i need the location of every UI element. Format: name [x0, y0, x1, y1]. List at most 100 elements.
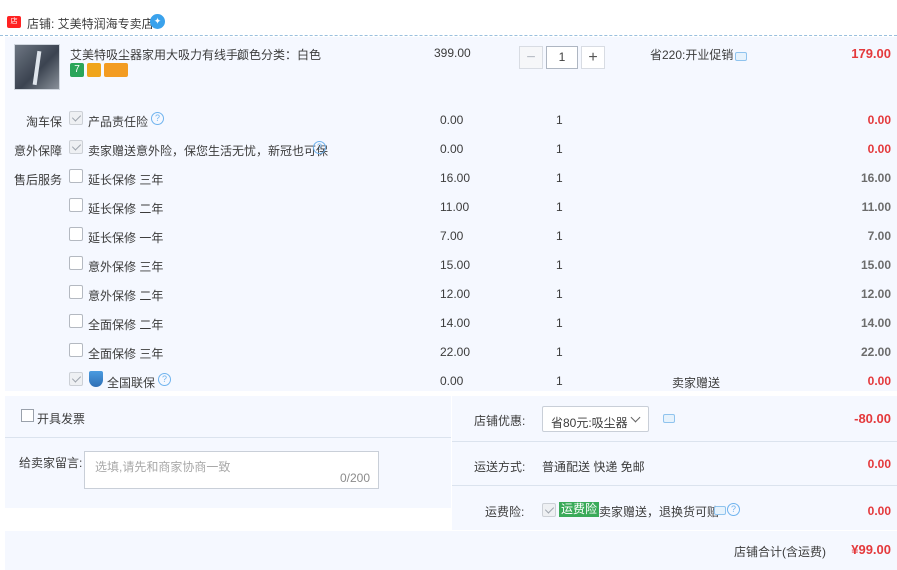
service-qty: 1 [556, 258, 563, 272]
service-price: 0.00 [440, 113, 464, 127]
card-payment-icon [104, 63, 128, 77]
help-icon[interactable]: ? [151, 112, 164, 125]
service-price: 11.00 [440, 200, 470, 214]
service-row: 全面保修 三年 22.00 1 22.00 [0, 338, 897, 367]
shop-total-value: ¥99.00 [851, 542, 891, 557]
service-qty: 1 [556, 142, 563, 156]
insurance-chat-icon[interactable] [714, 506, 726, 515]
service-name: 延长保修 三年 [88, 173, 164, 187]
service-name: 产品责任险 [88, 115, 149, 129]
service-category: 淘车保 [25, 115, 62, 129]
service-qty: 1 [556, 200, 563, 214]
service-checkbox[interactable] [69, 314, 83, 328]
service-qty: 1 [556, 374, 563, 388]
service-price: 22.00 [440, 345, 471, 359]
service-price: 12.00 [440, 287, 471, 301]
service-category: 售后服务 [13, 173, 62, 187]
warranty-shield-icon [89, 371, 103, 387]
service-qty: 1 [556, 229, 563, 243]
insurance-checkbox[interactable] [542, 503, 556, 517]
service-price: 14.00 [440, 316, 471, 330]
service-row: 延长保修 二年 11.00 1 11.00 [0, 193, 897, 222]
service-row: 全国联保 ? 0.00 1 卖家赠送 0.00 [0, 367, 897, 396]
service-checkbox[interactable] [69, 285, 83, 299]
service-name: 全面保修 二年 [88, 318, 164, 332]
service-name: 全面保修 三年 [88, 347, 164, 361]
product-unit-price: 399.00 [434, 46, 471, 60]
promotion-text: 省220:开业促销 [650, 48, 734, 62]
service-total: 14.00 [860, 316, 891, 330]
service-checkbox[interactable] [69, 111, 83, 125]
product-attribute: 颜色分类：白色 [237, 48, 322, 62]
service-price: 7.00 [440, 229, 464, 243]
service-row: 意外保修 二年 12.00 1 12.00 [0, 280, 897, 309]
service-price: 16.00 [440, 171, 471, 185]
service-price: 0.00 [440, 142, 464, 156]
service-qty: 1 [556, 345, 563, 359]
service-checkbox[interactable] [69, 169, 83, 183]
service-name: 延长保修 一年 [88, 231, 164, 245]
insurance-tag: 运费险 [559, 502, 600, 517]
wangwang-chat-icon[interactable]: ✦ [150, 14, 165, 29]
quantity-decrease-button[interactable]: − [519, 46, 543, 69]
discount-info-icon[interactable] [663, 414, 675, 423]
service-name: 全国联保 [107, 376, 156, 390]
shop-discount-label: 店铺优惠: [474, 414, 526, 428]
divider [5, 437, 451, 438]
service-row: 延长保修 一年 7.00 1 7.00 [0, 222, 897, 251]
service-checkbox[interactable] [69, 140, 83, 154]
message-label: 给卖家留言: [19, 456, 83, 470]
help-icon[interactable]: ? [727, 503, 740, 516]
service-total: 0.00 [867, 142, 891, 156]
insurance-label: 运费险: [485, 505, 525, 519]
service-total: 0.00 [867, 113, 891, 127]
shop-discount-selected: 省80元:吸尘器 [551, 416, 628, 430]
service-name: 延长保修 二年 [88, 202, 164, 216]
shop-total-label: 店铺合计(含运费) [734, 545, 826, 559]
service-qty: 1 [556, 316, 563, 330]
seven-day-return-icon: 7 [70, 63, 84, 77]
seller-message-input[interactable]: 选填,请先和商家协商一致 0/200 [84, 451, 379, 489]
shipping-label: 运送方式: [474, 460, 526, 474]
divider [452, 485, 897, 486]
shop-discount-select[interactable]: 省80元:吸尘器 [542, 406, 649, 432]
service-category: 意外保障 [13, 144, 62, 158]
service-total: 15.00 [860, 258, 891, 272]
service-checkbox[interactable] [69, 256, 83, 270]
service-row: 意外保修 三年 15.00 1 15.00 [0, 251, 897, 280]
service-note: 卖家赠送 [672, 376, 721, 390]
service-total: 22.00 [860, 345, 891, 359]
service-price: 15.00 [440, 258, 471, 272]
shop-header: 店 店铺: 艾美特润海专卖店 ✦ [0, 0, 897, 36]
invoice-label[interactable]: 开具发票 [37, 410, 85, 427]
shipping-method: 普通配送 快递 免邮 [542, 460, 645, 474]
message-placeholder: 选填,请先和商家协商一致 [95, 460, 231, 474]
quality-badge-icon [87, 63, 101, 77]
service-total: 7.00 [867, 229, 891, 243]
help-icon[interactable]: ? [313, 141, 326, 154]
product-total-price: 179.00 [851, 46, 891, 61]
service-checkbox[interactable] [69, 372, 83, 386]
service-checkbox[interactable] [69, 343, 83, 357]
product-thumbnail[interactable] [14, 44, 60, 90]
invoice-checkbox[interactable] [21, 409, 34, 422]
promo-info-icon[interactable] [735, 52, 747, 61]
message-char-count: 0/200 [339, 471, 370, 485]
service-row: 全面保修 二年 14.00 1 14.00 [0, 309, 897, 338]
service-name: 卖家赠送意外险，保您生活无忧，新冠也可保 [88, 144, 329, 158]
service-checkbox[interactable] [69, 227, 83, 241]
service-checkbox[interactable] [69, 198, 83, 212]
product-title[interactable]: 艾美特吸尘器家用大吸力有线手... [70, 46, 248, 63]
shop-discount-value: -80.00 [854, 411, 891, 426]
chevron-down-icon [630, 412, 641, 423]
service-row: 意外保障 卖家赠送意外险，保您生活无忧，新冠也可保 ? 0.00 1 0.00 [0, 135, 897, 164]
insurance-description: 卖家赠送，退换货可赔 [599, 505, 720, 519]
service-qty: 1 [556, 113, 563, 127]
quantity-input[interactable]: 1 [546, 46, 578, 69]
shipping-value: 0.00 [867, 457, 891, 471]
help-icon[interactable]: ? [158, 373, 171, 386]
quantity-increase-button[interactable]: + [581, 46, 605, 69]
shop-name[interactable]: 店铺: 艾美特润海专卖店 [27, 15, 154, 32]
insurance-value: 0.00 [867, 504, 891, 518]
service-row: 售后服务 延长保修 三年 16.00 1 16.00 [0, 164, 897, 193]
